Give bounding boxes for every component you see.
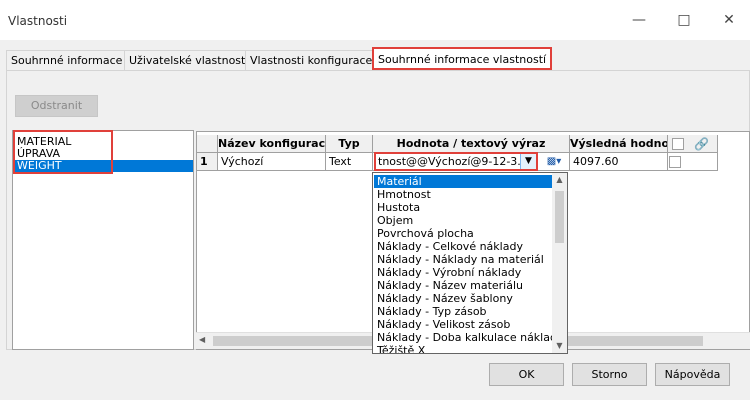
dropdown-item[interactable]: Náklady - Název šablony [374, 292, 552, 305]
value-combobox-text: tnost@@Výchozí@9-12-3.SL [378, 155, 534, 168]
column-header-value: Hodnota / textový výraz [373, 135, 570, 153]
scroll-left-icon[interactable]: ◀ [199, 335, 205, 344]
cell-type[interactable]: Text [326, 153, 373, 171]
cancel-button[interactable]: Storno [572, 363, 647, 386]
cell-result: 4097.60 [570, 153, 668, 171]
tab-summary[interactable]: Souhrnné informace [6, 50, 128, 70]
dropdown-item[interactable]: Náklady - Celkové náklady [374, 240, 552, 253]
maximize-icon[interactable]: □ [676, 12, 692, 28]
title-bar: Vlastnosti — □ ✕ [0, 0, 750, 40]
scroll-down-icon[interactable]: ▼ [552, 341, 567, 350]
column-header-link: 🔗 [668, 135, 718, 153]
dropdown-item[interactable]: Náklady - Doba kalkulace nákladů [374, 331, 552, 344]
link-icon: 🔗 [694, 137, 709, 151]
chevron-down-icon[interactable]: ▼ [520, 154, 536, 169]
dropdown-scrollbar[interactable]: ▲ ▼ [552, 173, 567, 353]
tab-custom-properties[interactable]: Uživatelské vlastnosti [124, 50, 254, 70]
dropdown-item[interactable]: Náklady - Název materiálu [374, 279, 552, 292]
ok-button[interactable]: OK [489, 363, 564, 386]
dropdown-item[interactable]: Těžiště X [374, 344, 552, 353]
property-picker-icon[interactable]: ▩▾ [541, 153, 567, 170]
dropdown-item[interactable]: Objem [374, 214, 552, 227]
scroll-up-icon[interactable]: ▲ [552, 175, 567, 184]
dropdown-item[interactable]: Hmotnost [374, 188, 552, 201]
close-icon[interactable]: ✕ [721, 12, 737, 28]
dropdown-item[interactable]: Povrchová plocha [374, 227, 552, 240]
dropdown-item-selected[interactable]: Materiál [374, 175, 552, 188]
minimize-icon[interactable]: — [631, 12, 647, 28]
column-header-config: Název konfigurace [218, 135, 326, 153]
property-list[interactable]: MATERIAL ÚPRAVA WEIGHT [12, 130, 194, 350]
row-header-corner [197, 135, 218, 153]
window-title: Vlastnosti [8, 14, 68, 28]
column-header-type: Typ [326, 135, 373, 153]
dropdown-item[interactable]: Náklady - Výrobní náklady [374, 266, 552, 279]
value-dropdown-list[interactable]: Materiál Hmotnost Hustota Objem Povrchov… [372, 172, 568, 354]
tab-configuration-properties[interactable]: Vlastnosti konfigurace [245, 50, 378, 70]
dropdown-item[interactable]: Náklady - Náklady na materiál [374, 253, 552, 266]
row-checkbox[interactable] [669, 156, 681, 168]
header-checkbox[interactable] [672, 138, 684, 150]
cell-link [668, 153, 718, 171]
remove-button[interactable]: Odstranit [15, 95, 98, 117]
dropdown-scrollbar-thumb[interactable] [555, 191, 564, 243]
tab-properties-summary[interactable]: Souhrnné informace vlastností [372, 47, 553, 70]
cell-config[interactable]: Výchozí [218, 153, 326, 171]
dropdown-item[interactable]: Hustota [374, 201, 552, 214]
dropdown-item[interactable]: Náklady - Typ zásob [374, 305, 552, 318]
row-number: 1 [197, 153, 218, 171]
value-combobox[interactable]: tnost@@Výchozí@9-12-3.SL ▼ [374, 152, 538, 171]
dropdown-item[interactable]: Náklady - Velikost zásob [374, 318, 552, 331]
column-header-result: Výsledná hodnota [570, 135, 668, 153]
help-button[interactable]: Nápověda [655, 363, 730, 386]
list-item-selected[interactable]: WEIGHT [15, 160, 193, 172]
